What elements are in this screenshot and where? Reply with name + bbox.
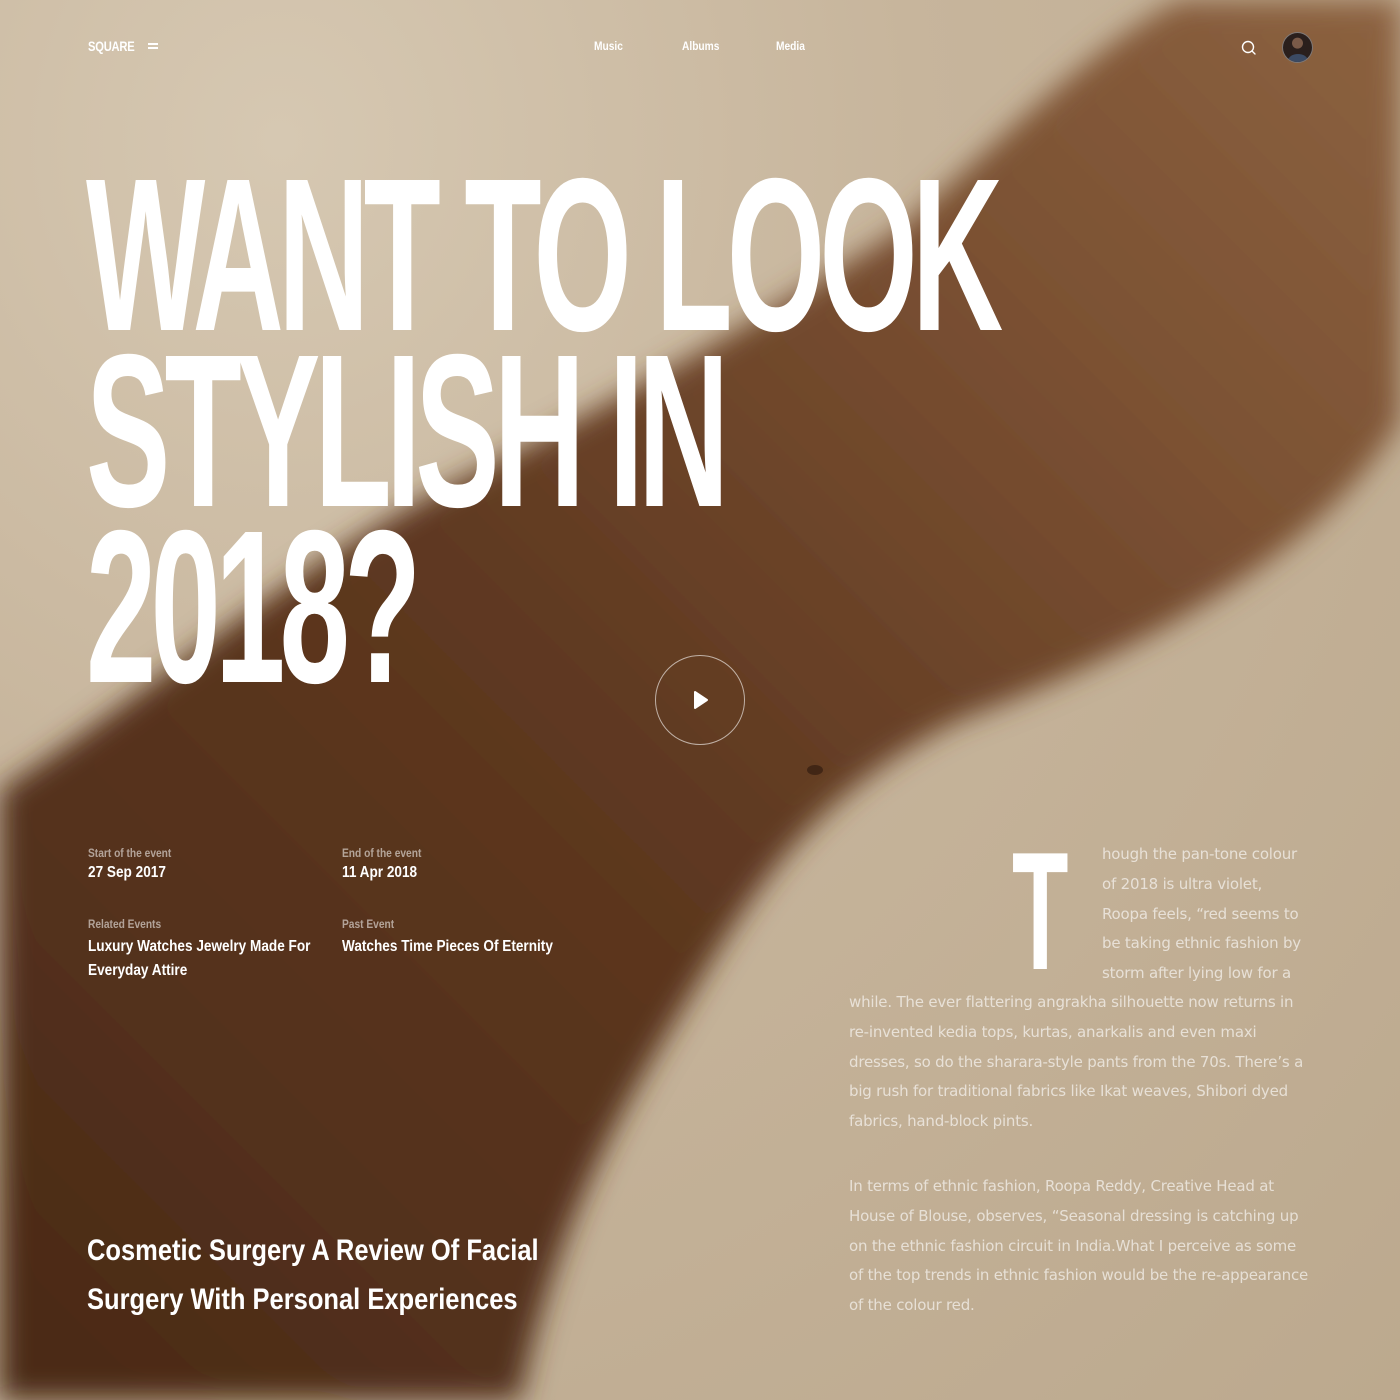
drop-cap: T <box>1012 817 1069 1005</box>
nav-item-media[interactable]: Media <box>776 39 805 53</box>
main-nav: Music Albums Media <box>594 39 810 53</box>
menu-icon[interactable] <box>148 42 159 50</box>
play-icon <box>694 691 708 709</box>
article-paragraph-1-intro: hough the pan-tone colour of 2018 is ult… <box>1102 845 1301 983</box>
past-event: Past Event Watches Time Pieces Of Eterni… <box>342 917 612 959</box>
event-start-value: 27 Sep 2017 <box>88 864 166 881</box>
hero-headline: WANT TO LOOK STYLISH IN 2018? <box>86 147 1003 717</box>
related-event-link[interactable]: Luxury Watches Jewelry Made For Everyday… <box>88 935 318 983</box>
past-event-label: Past Event <box>342 917 395 931</box>
nav-item-albums[interactable]: Albums <box>682 39 762 53</box>
nav-item-music[interactable]: Music <box>594 39 669 53</box>
search-icon[interactable] <box>1240 39 1258 57</box>
event-end-label: End of the event <box>342 846 422 860</box>
event-start: Start of the event 27 Sep 2017 <box>88 846 186 882</box>
related-events: Related Events Luxury Watches Jewelry Ma… <box>88 917 358 983</box>
past-event-link[interactable]: Watches Time Pieces Of Eternity <box>342 935 572 959</box>
event-end: End of the event 11 Apr 2018 <box>342 846 435 882</box>
related-events-label: Related Events <box>88 917 162 931</box>
play-button[interactable] <box>655 655 745 745</box>
logo[interactable]: SQUARE <box>88 38 159 54</box>
article-paragraph-1-continued: while. The ever flattering angrakha silh… <box>849 993 1304 1131</box>
feature-title[interactable]: Cosmetic Surgery A Review Of Facial Surg… <box>87 1226 563 1324</box>
avatar[interactable] <box>1282 32 1313 63</box>
event-start-label: Start of the event <box>88 846 172 860</box>
logo-text: SQUARE <box>88 38 135 54</box>
article-paragraph-2: In terms of ethnic fashion, Roopa Reddy,… <box>849 1177 1309 1315</box>
event-end-value: 11 Apr 2018 <box>342 864 418 881</box>
